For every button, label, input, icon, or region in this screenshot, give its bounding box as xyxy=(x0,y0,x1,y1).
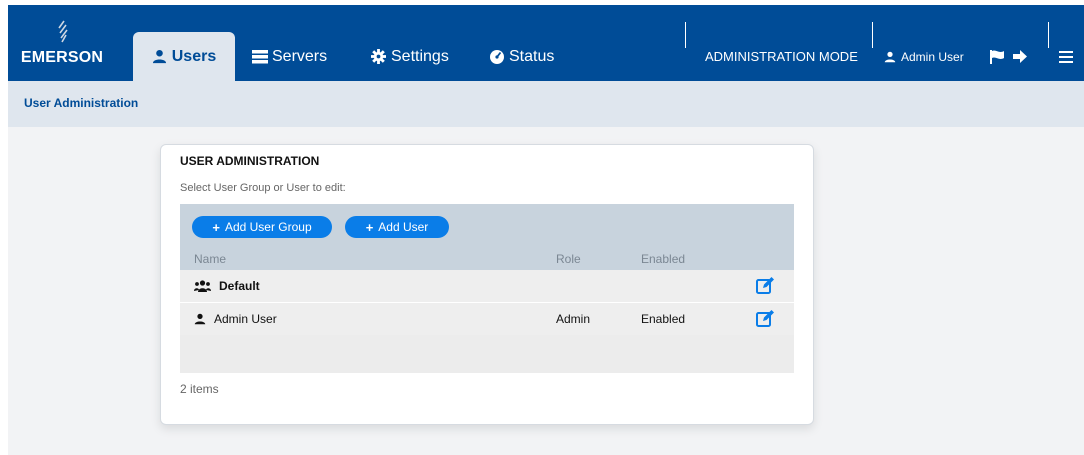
row-name: Default xyxy=(219,279,260,293)
row-name-cell: Default xyxy=(194,279,260,293)
current-user-menu[interactable]: Admin User xyxy=(884,32,964,81)
main-menu-button[interactable] xyxy=(1059,32,1073,81)
user-administration-panel: USER ADMINISTRATION Select User Group or… xyxy=(160,144,814,425)
tab-users[interactable]: Users xyxy=(133,32,235,81)
row-enabled: Enabled xyxy=(641,312,686,326)
row-name-cell: Admin User xyxy=(194,312,277,326)
user-icon xyxy=(884,51,896,63)
edit-icon[interactable] xyxy=(755,309,775,329)
current-user-name: Admin User xyxy=(901,49,964,64)
add-user-button[interactable]: + Add User xyxy=(345,216,449,238)
plus-icon: + xyxy=(212,219,220,235)
emerson-logo: EMERSON xyxy=(12,19,112,71)
item-count: 2 items xyxy=(180,382,219,396)
tab-status-label: Status xyxy=(509,47,555,65)
tab-users-label: Users xyxy=(171,47,217,65)
table-row[interactable]: Admin User Admin Enabled xyxy=(180,303,794,335)
page-title: User Administration xyxy=(24,96,139,110)
hamburger-menu-icon xyxy=(1059,50,1073,63)
user-group-icon xyxy=(194,280,211,292)
tab-status[interactable]: Status xyxy=(489,32,554,81)
flag-button[interactable] xyxy=(990,32,1005,81)
logout-button[interactable] xyxy=(1013,32,1028,81)
divider xyxy=(872,22,873,48)
emerson-logo-mark-icon xyxy=(58,20,68,43)
divider xyxy=(1048,22,1049,48)
edit-icon[interactable] xyxy=(755,276,775,296)
grid-header: + Add User Group + Add User Name Role En… xyxy=(180,204,794,270)
add-user-label: Add User xyxy=(378,220,429,234)
flag-icon xyxy=(990,49,1004,64)
panel-hint: Select User Group or User to edit: xyxy=(180,182,346,194)
column-header-role[interactable]: Role xyxy=(556,252,581,266)
dashboard-icon xyxy=(489,49,505,65)
column-header-name[interactable]: Name xyxy=(194,252,226,266)
add-user-group-label: Add User Group xyxy=(224,220,312,234)
divider xyxy=(685,22,686,48)
table-row[interactable]: Default xyxy=(180,270,794,303)
tab-servers-label: Servers xyxy=(272,47,328,65)
panel-title: USER ADMINISTRATION xyxy=(180,154,320,168)
page-header-bar: User Administration xyxy=(8,81,1084,127)
tab-settings-label: Settings xyxy=(391,47,449,65)
row-name: Admin User xyxy=(214,312,277,326)
emerson-logo-text: EMERSON xyxy=(20,49,104,66)
tab-servers[interactable]: Servers xyxy=(252,32,327,81)
top-navigation-bar: EMERSON Users Servers Settings Status AD… xyxy=(8,5,1084,81)
users-grid: + Add User Group + Add User Name Role En… xyxy=(180,204,794,373)
tab-settings[interactable]: Settings xyxy=(371,32,449,81)
plus-icon: + xyxy=(365,219,374,235)
administration-mode-label: ADMINISTRATION MODE xyxy=(705,49,858,64)
servers-icon xyxy=(252,49,268,65)
main-content: USER ADMINISTRATION Select User Group or… xyxy=(8,127,1084,455)
gear-icon xyxy=(371,49,387,65)
logout-icon xyxy=(1013,50,1027,63)
user-icon xyxy=(152,49,168,65)
column-header-enabled[interactable]: Enabled xyxy=(641,252,685,266)
add-user-group-button[interactable]: + Add User Group xyxy=(192,216,332,238)
app-window: EMERSON Users Servers Settings Status AD… xyxy=(0,0,1084,455)
user-icon xyxy=(194,313,206,325)
row-role: Admin xyxy=(556,312,591,326)
